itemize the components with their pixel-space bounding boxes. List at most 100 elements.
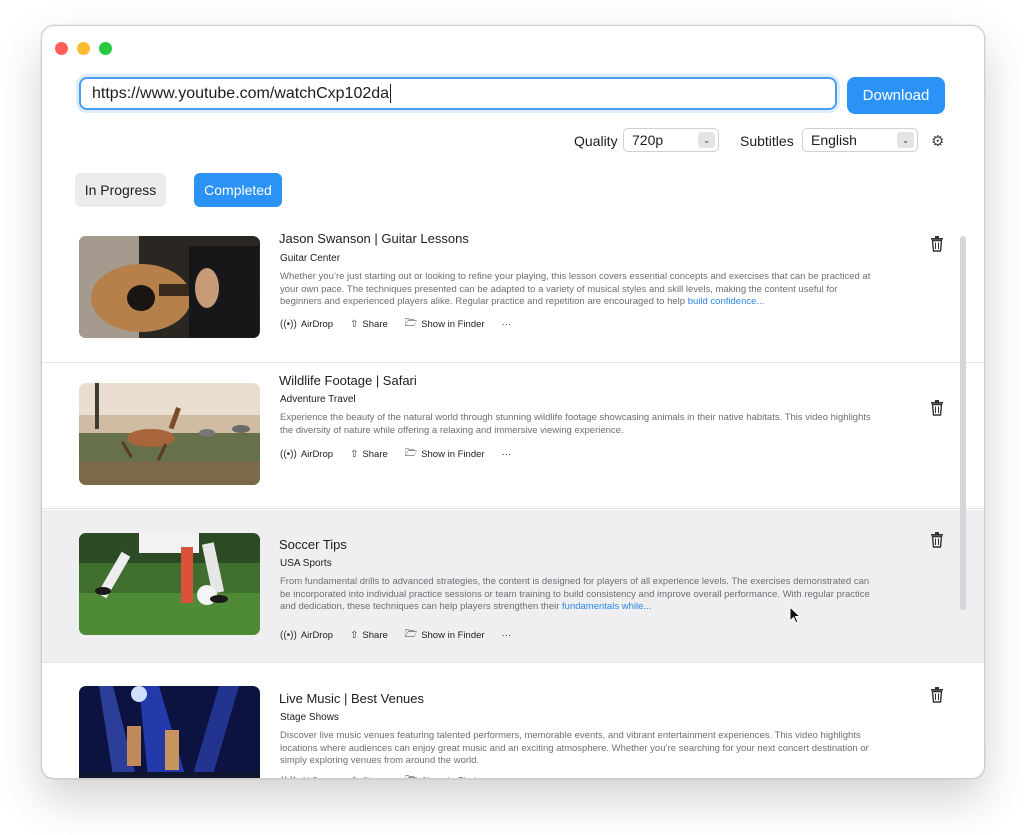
airdrop-label: AirDrop xyxy=(301,776,333,778)
video-channel: Adventure Travel xyxy=(280,394,356,405)
minimize-window-button[interactable] xyxy=(77,42,90,55)
more-icon: ··· xyxy=(501,630,512,641)
chevron-down-icon: ⌄ xyxy=(698,132,715,148)
video-title: Wildlife Footage | Safari xyxy=(279,373,417,388)
show-in-finder-label: Show in Finder xyxy=(421,319,485,330)
video-thumbnail[interactable] xyxy=(79,686,260,778)
trash-icon[interactable] xyxy=(930,532,944,548)
video-thumbnail[interactable] xyxy=(79,383,260,485)
video-title: Jason Swanson | Guitar Lessons xyxy=(279,231,469,246)
tab-completed[interactable]: Completed xyxy=(194,173,282,207)
url-input[interactable]: https://www.youtube.com/watchCxp102da xyxy=(79,77,837,110)
item-actions: ((•)) AirDrop ⇧ Share 🗁 Show in Finder ··· xyxy=(280,773,511,778)
quality-select[interactable]: 720p ⌄ xyxy=(623,128,719,152)
more-icon: ··· xyxy=(501,449,512,460)
share-icon: ⇧ xyxy=(350,319,359,330)
airdrop-button[interactable]: ((•))AirDrop xyxy=(280,630,333,641)
video-title: Live Music | Best Venues xyxy=(279,691,425,706)
url-input-value: https://www.youtube.com/watchCxp102da xyxy=(92,84,390,102)
subtitles-select[interactable]: English ⌄ xyxy=(802,128,918,152)
share-icon: ⇧ xyxy=(350,630,359,641)
airdrop-label: AirDrop xyxy=(300,630,334,641)
airdrop-icon: ((•)) xyxy=(280,319,297,330)
more-button[interactable]: ··· xyxy=(502,630,512,641)
show-in-finder-button[interactable]: 🗁 Show in Finder xyxy=(405,773,485,778)
folder-icon: 🗁 xyxy=(404,629,418,640)
description-text: Experience the beauty of the natural wor… xyxy=(280,412,871,436)
text-caret xyxy=(390,84,392,103)
airdrop-button[interactable]: ((•)) AirDrop xyxy=(280,776,333,778)
share-icon: ⇧ xyxy=(350,776,358,778)
video-thumbnail[interactable] xyxy=(79,236,260,338)
item-actions: ((•))AirDrop ⇧Share 🗁Show in Finder ··· xyxy=(280,446,511,463)
share-label: Share xyxy=(362,319,388,330)
share-label: Share xyxy=(362,776,387,778)
share-button[interactable]: ⇧Share xyxy=(350,449,388,460)
share-icon: ⇧ xyxy=(350,449,359,460)
folder-icon: 🗁 xyxy=(404,448,418,459)
airdrop-label: AirDrop xyxy=(300,449,334,460)
subtitles-label: Subtitles xyxy=(740,133,794,149)
video-channel: USA Sports xyxy=(280,558,332,569)
chevron-down-icon: ⌄ xyxy=(897,132,914,148)
description-text: Whether you’re just starting out or look… xyxy=(280,271,871,307)
trash-icon[interactable] xyxy=(930,236,944,252)
video-description: Experience the beauty of the natural wor… xyxy=(280,412,880,437)
show-in-finder-label: Show in Finder xyxy=(421,776,484,778)
window-controls xyxy=(55,42,112,55)
more-button[interactable]: ··· xyxy=(502,776,512,778)
scrollbar[interactable] xyxy=(960,236,966,610)
more-icon: ··· xyxy=(502,776,512,778)
tab-in-progress[interactable]: In Progress xyxy=(75,173,166,207)
show-in-finder-button[interactable]: 🗁Show in Finder xyxy=(405,316,485,333)
airdrop-button[interactable]: ((•))AirDrop xyxy=(280,449,333,460)
show-in-finder-button[interactable]: 🗁Show in Finder xyxy=(405,627,485,644)
list-item[interactable]: Jason Swanson | Guitar Lessons Guitar Ce… xyxy=(42,222,984,363)
share-button[interactable]: ⇧ Share xyxy=(350,776,388,778)
download-button[interactable]: Download xyxy=(847,77,945,114)
share-label: Share xyxy=(362,449,388,460)
zoom-window-button[interactable] xyxy=(99,42,112,55)
read-more-link[interactable]: build confidence... xyxy=(688,296,765,307)
list-item[interactable]: Wildlife Footage | Safari Adventure Trav… xyxy=(42,363,984,509)
folder-icon: 🗁 xyxy=(404,318,418,329)
show-in-finder-label: Show in Finder xyxy=(421,449,485,460)
airdrop-icon: ((•)) xyxy=(280,630,297,641)
quality-label: Quality xyxy=(574,133,618,149)
item-actions: ((•))AirDrop ⇧Share 🗁Show in Finder ··· xyxy=(280,316,511,333)
folder-icon: 🗁 xyxy=(405,773,417,778)
video-channel: Stage Shows xyxy=(280,712,339,723)
mouse-cursor-icon xyxy=(789,606,801,624)
show-in-finder-label: Show in Finder xyxy=(421,630,485,641)
airdrop-button[interactable]: ((•))AirDrop xyxy=(280,319,333,330)
options-bar: Quality 720p ⌄ Subtitles English ⌄ ⚙ xyxy=(42,128,984,154)
airdrop-label: AirDrop xyxy=(300,319,334,330)
subtitles-select-value: English xyxy=(811,132,857,148)
quality-select-value: 720p xyxy=(632,132,664,148)
gear-icon[interactable]: ⚙ xyxy=(931,132,944,150)
trash-icon[interactable] xyxy=(930,687,944,703)
item-actions: ((•))AirDrop ⇧Share 🗁Show in Finder ··· xyxy=(280,627,511,644)
airdrop-icon: ((•)) xyxy=(280,776,297,778)
more-icon: ··· xyxy=(501,319,512,330)
airdrop-icon: ((•)) xyxy=(280,449,297,460)
trash-icon[interactable] xyxy=(930,400,944,416)
close-window-button[interactable] xyxy=(55,42,68,55)
more-button[interactable]: ··· xyxy=(502,449,512,460)
share-button[interactable]: ⇧Share xyxy=(350,319,388,330)
list-item[interactable]: Soccer Tips USA Sports From fundamental … xyxy=(42,510,984,663)
video-channel: Guitar Center xyxy=(280,253,341,264)
video-description: Discover live music venues featuring tal… xyxy=(280,730,880,768)
video-title: Soccer Tips xyxy=(279,537,347,552)
show-in-finder-button[interactable]: 🗁Show in Finder xyxy=(405,446,485,463)
list-item[interactable]: Live Music | Best Venues Stage Shows Dis… xyxy=(42,664,984,778)
video-description: Whether you’re just starting out or look… xyxy=(280,271,880,309)
app-window: https://www.youtube.com/watchCxp102da Do… xyxy=(41,25,985,779)
share-label: Share xyxy=(362,630,388,641)
download-list: Jason Swanson | Guitar Lessons Guitar Ce… xyxy=(42,222,984,778)
share-button[interactable]: ⇧Share xyxy=(350,630,388,641)
video-thumbnail[interactable] xyxy=(79,533,260,635)
description-text: Discover live music venues featuring tal… xyxy=(280,730,869,766)
more-button[interactable]: ··· xyxy=(502,319,512,330)
read-more-link[interactable]: fundamentals while... xyxy=(562,601,651,612)
